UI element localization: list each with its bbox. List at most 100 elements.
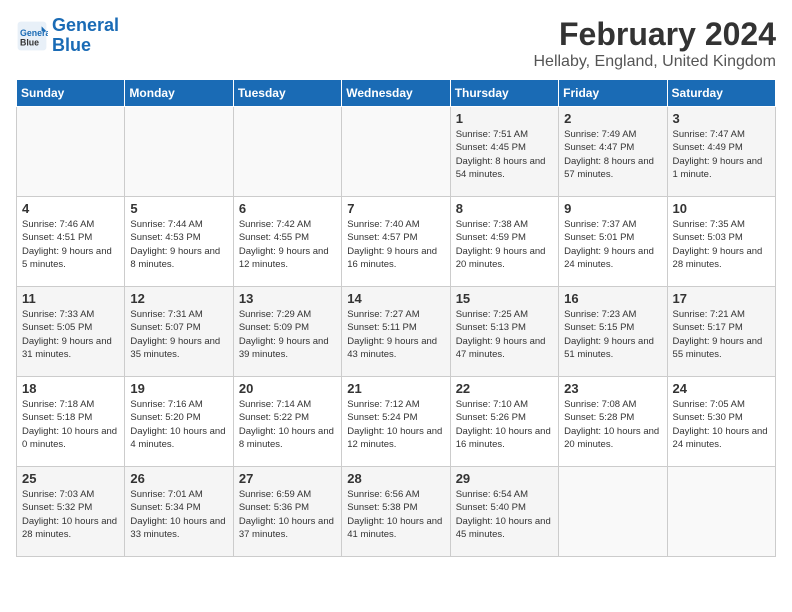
day-number-19: 19	[130, 381, 227, 396]
day-number-7: 7	[347, 201, 444, 216]
day-info-14: Sunrise: 7:27 AM Sunset: 5:11 PM Dayligh…	[347, 308, 444, 361]
week-row-1: 4 Sunrise: 7:46 AM Sunset: 4:51 PM Daylig…	[17, 197, 776, 287]
logo-line1: General	[52, 15, 119, 35]
cell-w3-d5: 23 Sunrise: 7:08 AM Sunset: 5:28 PM Dayli…	[559, 377, 667, 467]
week-row-3: 18 Sunrise: 7:18 AM Sunset: 5:18 PM Dayli…	[17, 377, 776, 467]
col-tuesday: Tuesday	[233, 80, 341, 107]
col-monday: Monday	[125, 80, 233, 107]
day-number-21: 21	[347, 381, 444, 396]
day-info-23: Sunrise: 7:08 AM Sunset: 5:28 PM Dayligh…	[564, 398, 661, 451]
day-number-26: 26	[130, 471, 227, 486]
day-number-23: 23	[564, 381, 661, 396]
header: General Blue General Blue February 2024 …	[16, 16, 776, 71]
col-thursday: Thursday	[450, 80, 558, 107]
calendar-title: February 2024	[533, 16, 776, 53]
day-number-17: 17	[673, 291, 770, 306]
cell-w4-d3: 28Sunrise: 6:56 AM Sunset: 5:38 PM Dayli…	[342, 467, 450, 557]
cell-w0-d0	[17, 107, 125, 197]
cell-w2-d2: 13Sunrise: 7:29 AM Sunset: 5:09 PM Dayli…	[233, 287, 341, 377]
day-number-5: 5	[130, 201, 227, 216]
day-number-28: 28	[347, 471, 444, 486]
day-info-4: Sunrise: 7:46 AM Sunset: 4:51 PM Dayligh…	[22, 218, 119, 271]
day-number-11: 11	[22, 291, 119, 306]
logo-line2: Blue	[52, 35, 91, 55]
cell-w1-d4: 8 Sunrise: 7:38 AM Sunset: 4:59 PM Daylig…	[450, 197, 558, 287]
logo-text: General Blue	[52, 16, 119, 56]
cell-w1-d3: 7 Sunrise: 7:40 AM Sunset: 4:57 PM Daylig…	[342, 197, 450, 287]
col-friday: Friday	[559, 80, 667, 107]
cell-w3-d3: 21 Sunrise: 7:12 AM Sunset: 5:24 PM Dayli…	[342, 377, 450, 467]
cell-w1-d5: 9 Sunrise: 7:37 AM Sunset: 5:01 PM Daylig…	[559, 197, 667, 287]
day-info-9: Sunrise: 7:37 AM Sunset: 5:01 PM Dayligh…	[564, 218, 661, 271]
day-number-27: 27	[239, 471, 336, 486]
cell-w1-d0: 4 Sunrise: 7:46 AM Sunset: 4:51 PM Daylig…	[17, 197, 125, 287]
cell-w3-d4: 22Sunrise: 7:10 AM Sunset: 5:26 PM Dayli…	[450, 377, 558, 467]
cell-w0-d2	[233, 107, 341, 197]
logo: General Blue General Blue	[16, 16, 119, 56]
cell-w0-d3	[342, 107, 450, 197]
day-number-12: 12	[130, 291, 227, 306]
day-number-8: 8	[456, 201, 553, 216]
calendar-body: 1Sunrise: 7:51 AM Sunset: 4:45 PM Daylig…	[17, 107, 776, 557]
cell-w0-d6: 3 Sunrise: 7:47 AM Sunset: 4:49 PM Daylig…	[667, 107, 775, 197]
day-info-3: Sunrise: 7:47 AM Sunset: 4:49 PM Dayligh…	[673, 128, 770, 181]
cell-w2-d4: 15 Sunrise: 7:25 AM Sunset: 5:13 PM Dayli…	[450, 287, 558, 377]
cell-w2-d3: 14 Sunrise: 7:27 AM Sunset: 5:11 PM Dayli…	[342, 287, 450, 377]
day-info-26: Sunrise: 7:01 AM Sunset: 5:34 PM Dayligh…	[130, 488, 227, 541]
day-number-15: 15	[456, 291, 553, 306]
day-info-18: Sunrise: 7:18 AM Sunset: 5:18 PM Dayligh…	[22, 398, 119, 451]
cell-w4-d5	[559, 467, 667, 557]
cell-w0-d5: 2Sunrise: 7:49 AM Sunset: 4:47 PM Daylig…	[559, 107, 667, 197]
day-number-25: 25	[22, 471, 119, 486]
day-info-15: Sunrise: 7:25 AM Sunset: 5:13 PM Dayligh…	[456, 308, 553, 361]
cell-w0-d1	[125, 107, 233, 197]
day-number-22: 22	[456, 381, 553, 396]
col-sunday: Sunday	[17, 80, 125, 107]
day-number-24: 24	[673, 381, 770, 396]
day-info-5: Sunrise: 7:44 AM Sunset: 4:53 PM Dayligh…	[130, 218, 227, 271]
day-info-24: Sunrise: 7:05 AM Sunset: 5:30 PM Dayligh…	[673, 398, 770, 451]
week-row-2: 11 Sunrise: 7:33 AM Sunset: 5:05 PM Dayli…	[17, 287, 776, 377]
cell-w2-d1: 12 Sunrise: 7:31 AM Sunset: 5:07 PM Dayli…	[125, 287, 233, 377]
day-number-10: 10	[673, 201, 770, 216]
day-number-18: 18	[22, 381, 119, 396]
logo-icon: General Blue	[16, 20, 48, 52]
title-block: February 2024 Hellaby, England, United K…	[533, 16, 776, 71]
day-number-4: 4	[22, 201, 119, 216]
day-number-6: 6	[239, 201, 336, 216]
day-info-12: Sunrise: 7:31 AM Sunset: 5:07 PM Dayligh…	[130, 308, 227, 361]
day-number-16: 16	[564, 291, 661, 306]
cell-w3-d0: 18 Sunrise: 7:18 AM Sunset: 5:18 PM Dayli…	[17, 377, 125, 467]
day-info-17: Sunrise: 7:21 AM Sunset: 5:17 PM Dayligh…	[673, 308, 770, 361]
day-info-11: Sunrise: 7:33 AM Sunset: 5:05 PM Dayligh…	[22, 308, 119, 361]
cell-w4-d4: 29 Sunrise: 6:54 AM Sunset: 5:40 PM Dayli…	[450, 467, 558, 557]
day-info-21: Sunrise: 7:12 AM Sunset: 5:24 PM Dayligh…	[347, 398, 444, 451]
cell-w3-d6: 24 Sunrise: 7:05 AM Sunset: 5:30 PM Dayli…	[667, 377, 775, 467]
cell-w3-d1: 19Sunrise: 7:16 AM Sunset: 5:20 PM Dayli…	[125, 377, 233, 467]
day-info-7: Sunrise: 7:40 AM Sunset: 4:57 PM Dayligh…	[347, 218, 444, 271]
day-info-29: Sunrise: 6:54 AM Sunset: 5:40 PM Dayligh…	[456, 488, 553, 541]
cell-w2-d5: 16Sunrise: 7:23 AM Sunset: 5:15 PM Dayli…	[559, 287, 667, 377]
cell-w1-d1: 5 Sunrise: 7:44 AM Sunset: 4:53 PM Daylig…	[125, 197, 233, 287]
day-number-3: 3	[673, 111, 770, 126]
cell-w2-d0: 11 Sunrise: 7:33 AM Sunset: 5:05 PM Dayli…	[17, 287, 125, 377]
day-number-29: 29	[456, 471, 553, 486]
calendar-header-row: Sunday Monday Tuesday Wednesday Thursday…	[17, 80, 776, 107]
col-wednesday: Wednesday	[342, 80, 450, 107]
day-info-10: Sunrise: 7:35 AM Sunset: 5:03 PM Dayligh…	[673, 218, 770, 271]
svg-text:Blue: Blue	[20, 37, 39, 47]
cell-w4-d6	[667, 467, 775, 557]
cell-w2-d6: 17 Sunrise: 7:21 AM Sunset: 5:17 PM Dayli…	[667, 287, 775, 377]
day-info-6: Sunrise: 7:42 AM Sunset: 4:55 PM Dayligh…	[239, 218, 336, 271]
day-info-27: Sunrise: 6:59 AM Sunset: 5:36 PM Dayligh…	[239, 488, 336, 541]
cell-w3-d2: 20Sunrise: 7:14 AM Sunset: 5:22 PM Dayli…	[233, 377, 341, 467]
calendar-table: Sunday Monday Tuesday Wednesday Thursday…	[16, 79, 776, 557]
day-info-25: Sunrise: 7:03 AM Sunset: 5:32 PM Dayligh…	[22, 488, 119, 541]
day-info-8: Sunrise: 7:38 AM Sunset: 4:59 PM Dayligh…	[456, 218, 553, 271]
cell-w1-d2: 6 Sunrise: 7:42 AM Sunset: 4:55 PM Daylig…	[233, 197, 341, 287]
day-info-20: Sunrise: 7:14 AM Sunset: 5:22 PM Dayligh…	[239, 398, 336, 451]
day-number-9: 9	[564, 201, 661, 216]
day-number-14: 14	[347, 291, 444, 306]
week-row-4: 25 Sunrise: 7:03 AM Sunset: 5:32 PM Dayli…	[17, 467, 776, 557]
week-row-0: 1Sunrise: 7:51 AM Sunset: 4:45 PM Daylig…	[17, 107, 776, 197]
